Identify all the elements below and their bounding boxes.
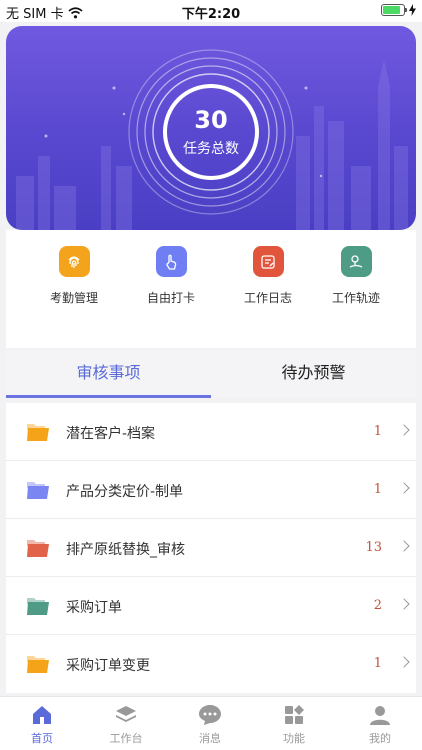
quick-action-free-checkin[interactable]: 自由打卡 (131, 246, 211, 306)
apps-icon (252, 703, 336, 727)
list-item[interactable]: 排产原纸替换_审核 13 (6, 519, 416, 577)
list-item[interactable]: 采购订单变更 1 (6, 635, 416, 693)
quick-action-work-log[interactable]: 工作日志 (228, 246, 308, 306)
nav-label: 我的 (369, 732, 391, 745)
layers-icon (84, 703, 168, 727)
folder-icon (27, 482, 49, 499)
list-item[interactable]: 产品分类定价-制单 1 (6, 461, 416, 519)
item-count: 1 (373, 656, 382, 671)
quick-actions: 考勤管理 自由打卡 工作日志 工作轨迹 (6, 230, 416, 348)
item-title: 采购订单 (66, 600, 122, 616)
nav-profile[interactable]: 我的 (338, 703, 422, 746)
quick-action-work-track[interactable]: 工作轨迹 (316, 246, 396, 306)
tab-todo-warnings[interactable]: 待办预警 (211, 350, 416, 398)
chevron-right-icon (398, 656, 410, 668)
quick-action-label: 工作日志 (243, 291, 292, 305)
fingerprint-icon (58, 246, 90, 277)
location-track-icon (340, 246, 372, 277)
task-total-label: 任务总数 (183, 141, 239, 157)
quick-action-label: 自由打卡 (146, 291, 195, 305)
battery-icon (381, 4, 407, 16)
quick-action-label: 考勤管理 (49, 291, 98, 305)
task-summary-banner[interactable]: 30 任务总数 (6, 26, 416, 230)
list-item[interactable]: 潜在客户-档案 1 (6, 403, 416, 461)
item-title: 潜在客户-档案 (66, 426, 156, 442)
quick-action-attendance[interactable]: 考勤管理 (34, 246, 114, 306)
charging-icon (409, 4, 416, 16)
chevron-right-icon (398, 598, 410, 610)
edit-note-icon (252, 246, 284, 277)
battery-level (383, 6, 400, 14)
status-right (381, 4, 416, 16)
status-bar: 无 SIM 卡 下午2:20 (0, 0, 422, 22)
folder-icon (27, 424, 49, 441)
chevron-right-icon (398, 424, 410, 436)
item-count: 1 (373, 482, 382, 497)
quick-action-label: 工作轨迹 (331, 291, 380, 305)
section-tabs: 审核事项 待办预警 (6, 350, 416, 398)
review-list: 潜在客户-档案 1 产品分类定价-制单 1 排产原纸替换_审核 13 采购订单 … (6, 403, 416, 693)
item-title: 排产原纸替换_审核 (66, 542, 185, 558)
nav-label: 工作台 (109, 732, 143, 745)
folder-icon (27, 540, 49, 557)
home-icon (0, 703, 84, 727)
nav-label: 首页 (31, 732, 53, 745)
tap-hand-icon (155, 246, 187, 277)
bottom-nav: 首页 工作台 消息 功能 我的 (0, 696, 422, 750)
item-count: 1 (373, 424, 382, 439)
chevron-right-icon (398, 540, 410, 552)
task-total-count: 30 (194, 106, 228, 134)
chat-icon (168, 703, 252, 727)
item-title: 采购订单变更 (66, 658, 150, 674)
user-icon (338, 703, 422, 727)
tab-review-items[interactable]: 审核事项 (6, 350, 211, 398)
nav-messages[interactable]: 消息 (168, 703, 252, 746)
item-count: 13 (365, 540, 382, 555)
nav-functions[interactable]: 功能 (252, 703, 336, 746)
nav-label: 功能 (283, 732, 305, 745)
list-item[interactable]: 采购订单 2 (6, 577, 416, 635)
status-time: 下午2:20 (181, 7, 241, 22)
nav-home[interactable]: 首页 (0, 703, 84, 746)
folder-icon (27, 598, 49, 615)
chevron-right-icon (398, 482, 410, 494)
item-count: 2 (373, 598, 382, 613)
nav-label: 消息 (199, 732, 221, 745)
item-title: 产品分类定价-制单 (66, 484, 184, 500)
nav-workbench[interactable]: 工作台 (84, 703, 168, 746)
folder-icon (27, 656, 49, 673)
